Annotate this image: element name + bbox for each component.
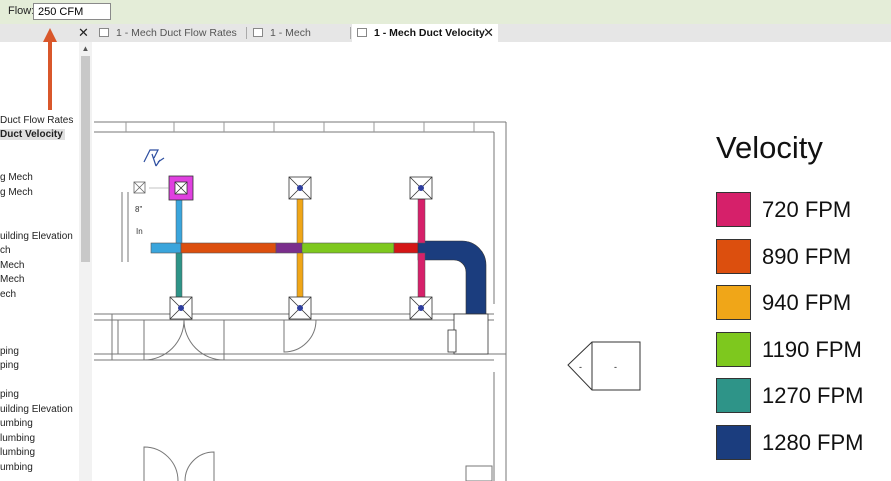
- annotation-arrow-icon: [43, 28, 57, 110]
- browser-view-item[interactable]: Mech: [0, 274, 24, 285]
- browser-view-item[interactable]: lumbing: [0, 447, 35, 458]
- duct-segment[interactable]: [150, 242, 182, 254]
- browser-view-item[interactable]: uilding Elevation: [0, 404, 73, 415]
- browser-view-item[interactable]: umbing: [0, 462, 33, 473]
- tab-mech-duct-velocity[interactable]: 1 - Mech Duct Velocity ✕: [352, 24, 498, 42]
- flow-label: Flow:: [8, 5, 35, 17]
- wall-hatch: [125, 122, 475, 132]
- legend-label: 1280 FPM: [762, 429, 864, 455]
- tab-label: 1 - Mech: [270, 27, 311, 39]
- legend-swatch: [716, 378, 751, 413]
- browser-view-item[interactable]: lumbing: [0, 433, 35, 444]
- tag-size-text: 8": [135, 205, 142, 214]
- scroll-thumb[interactable]: [81, 56, 90, 262]
- browser-view-item[interactable]: ping: [0, 389, 19, 400]
- duct-segment[interactable]: [180, 242, 277, 254]
- legend-title: Velocity: [716, 130, 823, 165]
- browser-view-item[interactable]: g Mech: [0, 187, 33, 198]
- options-bar: Flow:: [0, 0, 891, 25]
- elevation-tag[interactable]: - -: [567, 341, 641, 391]
- flow-input[interactable]: [33, 3, 111, 20]
- duct-branch[interactable]: [296, 252, 304, 300]
- legend-swatch: [716, 238, 751, 274]
- duct-branch[interactable]: [417, 252, 426, 300]
- scroll-up-icon[interactable]: ▲: [79, 44, 92, 53]
- duct-segment[interactable]: [301, 242, 395, 254]
- legend-swatch: [716, 424, 751, 460]
- legend-swatch: [716, 192, 751, 227]
- browser-view-item[interactable]: ech: [0, 289, 16, 300]
- legend-label: 940 FPM: [762, 290, 852, 315]
- duct-network[interactable]: [150, 186, 487, 315]
- browser-view-item[interactable]: Duct Velocity: [0, 129, 65, 140]
- edit-grip-icon[interactable]: [143, 149, 165, 167]
- legend-swatch: [716, 331, 751, 367]
- legend-label: 1270 FPM: [762, 383, 864, 408]
- legend-label: 720 FPM: [762, 197, 852, 222]
- view-icon: [357, 28, 367, 37]
- browser-view-item[interactable]: ch: [0, 245, 11, 256]
- tab-mech-duct-flow-rates[interactable]: 1 - Mech Duct Flow Rates: [94, 24, 244, 42]
- browser-view-item[interactable]: umbing: [0, 418, 33, 429]
- project-browser-scrollbar[interactable]: ▲: [79, 42, 92, 481]
- equipment-unit[interactable]: [453, 313, 489, 355]
- close-icon[interactable]: ✕: [78, 25, 89, 41]
- legend-label: 1190 FPM: [762, 336, 862, 362]
- duct-branch[interactable]: [175, 252, 183, 300]
- selection-tag[interactable]: 8" In: [133, 149, 169, 236]
- browser-view-item[interactable]: ping: [0, 360, 19, 371]
- legend-swatch: [716, 285, 751, 320]
- view-icon: [253, 28, 263, 37]
- duct-segment[interactable]: [393, 242, 419, 254]
- tab-label: 1 - Mech Duct Velocity: [374, 27, 485, 39]
- view-tab-bar: 1 - Mech Duct Flow Rates 1 - Mech 1 - Me…: [94, 24, 891, 42]
- elevation-tag-right: -: [614, 362, 617, 372]
- elevation-tag-left: -: [579, 362, 582, 372]
- tag-in-text: In: [136, 227, 143, 236]
- duct-branch[interactable]: [175, 194, 183, 244]
- browser-view-item[interactable]: uilding Elevation: [0, 231, 73, 242]
- browser-view-item[interactable]: g Mech: [0, 172, 33, 183]
- legend-label: 890 FPM: [762, 243, 852, 269]
- view-icon: [99, 28, 109, 37]
- tab-label: 1 - Mech Duct Flow Rates: [116, 27, 237, 39]
- close-icon[interactable]: ✕: [483, 24, 494, 42]
- browser-view-item[interactable]: Mech: [0, 260, 24, 271]
- browser-view-item[interactable]: Duct Flow Rates: [0, 115, 73, 126]
- duct-segment[interactable]: [275, 242, 303, 254]
- tab-mech[interactable]: 1 - Mech: [248, 24, 348, 42]
- browser-view-item[interactable]: ping: [0, 346, 19, 357]
